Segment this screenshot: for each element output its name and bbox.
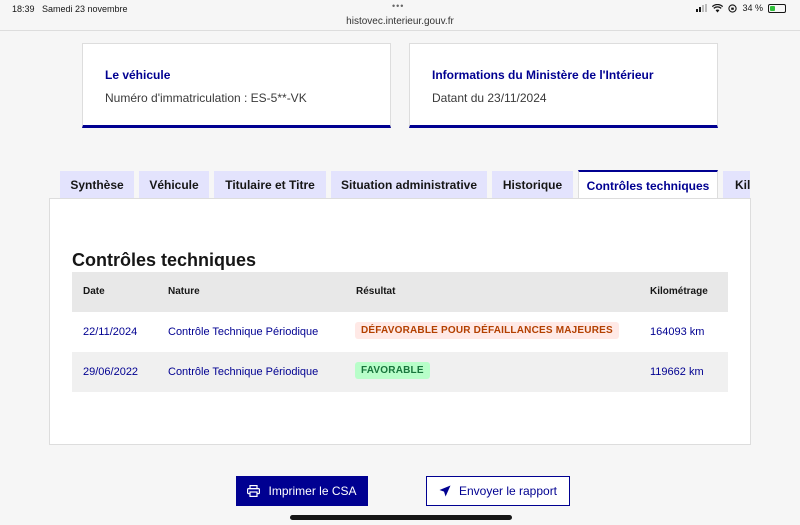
browser-url[interactable]: histovec.interieur.gouv.fr (0, 16, 800, 27)
ministry-card: Informations du Ministère de l'Intérieur… (409, 43, 718, 128)
tab-historique[interactable]: Historique (492, 171, 573, 199)
status-time: 18:39 (12, 4, 35, 14)
status-date: Samedi 23 novembre (42, 4, 128, 14)
tab-titulaire[interactable]: Titulaire et Titre (214, 171, 326, 199)
orientation-lock-icon (728, 3, 738, 13)
cell-kilometrage: 119662 km (650, 366, 704, 378)
print-csa-button[interactable]: Imprimer le CSA (236, 476, 368, 506)
result-badge-defavorable: DÉFAVORABLE POUR DÉFAILLANCES MAJEURES (355, 322, 619, 339)
send-report-button[interactable]: Envoyer le rapport (426, 476, 570, 506)
section-title: Contrôles techniques (72, 250, 257, 270)
table-header: Date Nature Résultat Kilométrage (72, 272, 728, 312)
divider (0, 30, 800, 31)
tab-controles-techniques[interactable]: Contrôles techniques (578, 170, 718, 200)
print-csa-label: Imprimer le CSA (268, 484, 357, 498)
column-date: Date (83, 286, 105, 297)
send-icon (439, 485, 451, 497)
signal-icon (696, 4, 708, 12)
tab-situation-administrative[interactable]: Situation administrative (331, 171, 487, 199)
tab-synthese[interactable]: Synthèse (60, 171, 134, 199)
vehicle-card-title: Le véhicule (105, 68, 171, 82)
status-indicators: 34 % (696, 3, 786, 13)
cell-date: 29/06/2022 (83, 366, 139, 378)
ministry-date: Datant du 23/11/2024 (432, 91, 547, 105)
battery-icon (768, 3, 786, 13)
vehicle-card: Le véhicule Numéro d'immatriculation : E… (82, 43, 391, 128)
registration-number: Numéro d'immatriculation : ES-5**-VK (105, 91, 307, 105)
status-bar: 18:39 Samedi 23 novembre ••• 34 % histov… (0, 0, 800, 27)
cell-nature: Contrôle Technique Périodique (168, 366, 319, 378)
cell-nature: Contrôle Technique Périodique (168, 326, 319, 338)
wifi-icon (712, 3, 724, 12)
battery-percentage: 34 % (742, 3, 763, 13)
send-report-label: Envoyer le rapport (458, 484, 558, 498)
column-resultat: Résultat (356, 286, 396, 297)
column-nature: Nature (168, 286, 200, 297)
table-row: 22/11/2024 Contrôle Technique Périodique… (72, 312, 728, 352)
home-indicator[interactable] (290, 515, 512, 520)
tab-vehicule[interactable]: Véhicule (139, 171, 209, 199)
ministry-card-title: Informations du Ministère de l'Intérieur (432, 68, 654, 82)
table-row: 29/06/2022 Contrôle Technique Périodique… (72, 352, 728, 392)
printer-icon (247, 485, 261, 497)
cell-kilometrage: 164093 km (650, 326, 705, 338)
result-badge-favorable: FAVORABLE (355, 362, 430, 379)
multitask-dots[interactable]: ••• (392, 1, 404, 11)
tab-kilometrage[interactable]: Kilo (723, 171, 750, 199)
column-kilometrage: Kilométrage (650, 286, 708, 297)
cell-date: 22/11/2024 (83, 326, 138, 338)
